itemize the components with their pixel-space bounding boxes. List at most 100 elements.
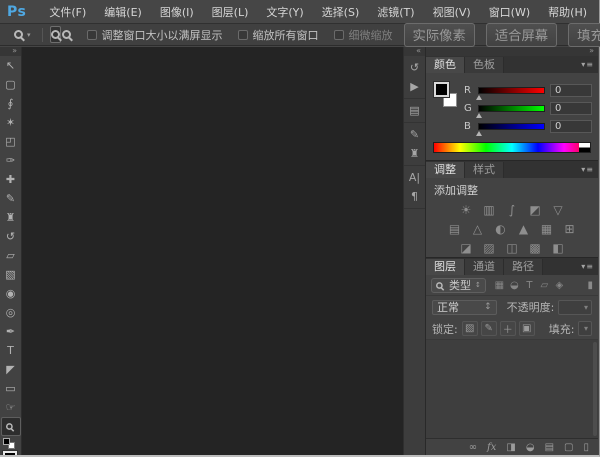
slider-track-R[interactable] bbox=[478, 87, 545, 94]
layer-style-button[interactable]: fx bbox=[487, 442, 496, 453]
layer-mask-button[interactable]: ◨ bbox=[506, 442, 515, 453]
curves-icon[interactable]: ∫ bbox=[505, 203, 519, 217]
zoom-out-button[interactable] bbox=[61, 26, 72, 43]
adjustments-tab[interactable]: 样式 bbox=[465, 162, 504, 178]
invert-icon[interactable]: ◪ bbox=[459, 241, 473, 255]
menu-item-edit[interactable]: 编辑(E) bbox=[95, 6, 151, 19]
vibrance-icon[interactable]: ▽ bbox=[551, 203, 565, 217]
history-brush-tool[interactable]: ↺ bbox=[1, 227, 21, 246]
panel-menu-icon[interactable]: ▾≡ bbox=[581, 165, 594, 174]
actions-panel-icon[interactable]: ▶ bbox=[405, 77, 425, 96]
paragraph-panel-icon[interactable]: ¶ bbox=[405, 187, 425, 206]
scrollbar[interactable] bbox=[593, 342, 597, 436]
layers-tab[interactable]: 通道 bbox=[465, 259, 504, 275]
magic-wand-tool[interactable]: ✶ bbox=[1, 113, 21, 132]
collapse-toolbar-chevrons-icon[interactable]: » bbox=[0, 47, 21, 56]
tool-preset-picker[interactable]: ▾ bbox=[10, 28, 35, 41]
menu-item-type[interactable]: 文字(Y) bbox=[257, 6, 312, 19]
actual-pixels-button[interactable]: 实际像素 bbox=[404, 23, 475, 47]
layers-tab[interactable]: 路径 bbox=[504, 259, 543, 275]
default-foreground-swatch[interactable] bbox=[3, 438, 10, 445]
new-group-button[interactable]: ▤ bbox=[545, 442, 554, 453]
character-panel-icon[interactable]: A| bbox=[405, 168, 425, 187]
link-layers-button[interactable]: ∞ bbox=[469, 442, 477, 453]
zoom-in-button[interactable] bbox=[50, 26, 61, 43]
layers-tab[interactable]: 图层 bbox=[426, 259, 465, 275]
lock-transparent-button[interactable]: ▨ bbox=[462, 321, 478, 336]
canvas-area[interactable] bbox=[22, 47, 404, 455]
fit-screen-button[interactable]: 适合屏幕 bbox=[486, 23, 557, 47]
dodge-tool[interactable]: ◎ bbox=[1, 303, 21, 322]
foreground-color-swatch[interactable] bbox=[434, 82, 449, 97]
checkbox-icon[interactable] bbox=[87, 30, 97, 40]
threshold-icon[interactable]: ◫ bbox=[505, 241, 519, 255]
menu-item-layer[interactable]: 图层(L) bbox=[203, 6, 258, 19]
menu-item-filter[interactable]: 滤镜(T) bbox=[368, 6, 423, 19]
lasso-tool[interactable]: ∮ bbox=[1, 94, 21, 113]
shape-layer-filter-icon[interactable]: ▱ bbox=[537, 280, 552, 291]
color-balance-icon[interactable]: △ bbox=[471, 222, 485, 236]
menu-item-help[interactable]: 帮助(H) bbox=[539, 6, 596, 19]
crop-tool[interactable]: ◰ bbox=[1, 132, 21, 151]
eyedropper-tool[interactable]: ✑ bbox=[1, 151, 21, 170]
expand-dock-chevrons-icon[interactable]: « bbox=[404, 47, 425, 56]
delete-layer-button[interactable]: ▯ bbox=[583, 442, 589, 453]
gradient-tool[interactable]: ▧ bbox=[1, 265, 21, 284]
slider-thumb-icon[interactable] bbox=[476, 113, 482, 118]
zoom-tool[interactable] bbox=[1, 417, 21, 436]
black-white-ramp-end[interactable] bbox=[579, 143, 590, 152]
lock-pixels-button[interactable]: ✎ bbox=[481, 321, 497, 336]
move-tool[interactable]: ↖ bbox=[1, 56, 21, 75]
foreground-color-swatch[interactable] bbox=[3, 451, 17, 455]
checkbox-icon[interactable] bbox=[334, 30, 344, 40]
color-spectrum-ramp[interactable] bbox=[433, 142, 591, 153]
fill-screen-button[interactable]: 填充屏幕 bbox=[568, 23, 600, 47]
panel-menu-icon[interactable]: ▾≡ bbox=[581, 262, 594, 271]
layers-list[interactable] bbox=[426, 340, 598, 438]
healing-brush-tool[interactable]: ✚ bbox=[1, 170, 21, 189]
marquee-tool[interactable]: ▢ bbox=[1, 75, 21, 94]
menu-item-image[interactable]: 图像(I) bbox=[151, 6, 203, 19]
channel-value-R[interactable]: 0 bbox=[550, 84, 592, 97]
brightness-contrast-icon[interactable]: ☀ bbox=[459, 203, 473, 217]
blur-tool[interactable]: ◉ bbox=[1, 284, 21, 303]
brush-presets-panel-icon[interactable]: ✎ bbox=[405, 125, 425, 144]
photo-filter-icon[interactable]: ▲ bbox=[517, 222, 531, 236]
slider-track-B[interactable] bbox=[478, 123, 545, 130]
levels-icon[interactable]: ▥ bbox=[482, 203, 496, 217]
adjustments-tab[interactable]: 调整 bbox=[426, 162, 465, 178]
type-tool[interactable]: T bbox=[1, 341, 21, 360]
filter-toggle-icon[interactable]: ▮ bbox=[587, 280, 593, 291]
slider-thumb-icon[interactable] bbox=[476, 95, 482, 100]
lock-all-button[interactable]: ▣ bbox=[519, 321, 535, 336]
slider-track-G[interactable] bbox=[478, 105, 545, 112]
channel-mixer-icon[interactable]: ▦ bbox=[540, 222, 554, 236]
new-layer-button[interactable]: ▢ bbox=[564, 442, 573, 453]
new-adjustment-layer-button[interactable]: ◒ bbox=[526, 442, 535, 453]
panel-menu-icon[interactable]: ▾≡ bbox=[581, 60, 594, 69]
color-tab[interactable]: 颜色 bbox=[426, 57, 465, 73]
exposure-icon[interactable]: ◩ bbox=[528, 203, 542, 217]
shape-tool[interactable]: ▭ bbox=[1, 379, 21, 398]
color-tab[interactable]: 色板 bbox=[465, 57, 504, 73]
clone-stamp-tool[interactable]: ♜ bbox=[1, 208, 21, 227]
eraser-tool[interactable]: ▱ bbox=[1, 246, 21, 265]
lock-position-button[interactable]: ＋ bbox=[500, 321, 516, 336]
collapse-dock-chevrons-icon[interactable]: » bbox=[426, 47, 598, 56]
zoom-option-checkbox-1[interactable]: 缩放所有窗口 bbox=[238, 27, 319, 43]
opacity-field[interactable]: ▾ bbox=[558, 300, 592, 315]
hand-tool[interactable]: ☞ bbox=[1, 398, 21, 417]
path-selection-tool[interactable]: ◤ bbox=[1, 360, 21, 379]
zoom-option-checkbox-0[interactable]: 调整窗口大小以满屏显示 bbox=[87, 27, 223, 43]
pixel-layer-filter-icon[interactable]: ▦ bbox=[492, 280, 507, 291]
selective-color-icon[interactable]: ◧ bbox=[551, 241, 565, 255]
clone-source-panel-icon[interactable]: ♜ bbox=[405, 144, 425, 163]
menu-item-select[interactable]: 选择(S) bbox=[313, 6, 369, 19]
zoom-option-checkbox-2[interactable]: 细微缩放 bbox=[334, 27, 393, 43]
checkbox-icon[interactable] bbox=[238, 30, 248, 40]
pen-tool[interactable]: ✒ bbox=[1, 322, 21, 341]
adjustment-layer-filter-icon[interactable]: ◒ bbox=[507, 280, 522, 291]
properties-panel-icon[interactable]: ▤ bbox=[405, 101, 425, 120]
hue-saturation-icon[interactable]: ▤ bbox=[448, 222, 462, 236]
color-lookup-icon[interactable]: ⊞ bbox=[563, 222, 577, 236]
